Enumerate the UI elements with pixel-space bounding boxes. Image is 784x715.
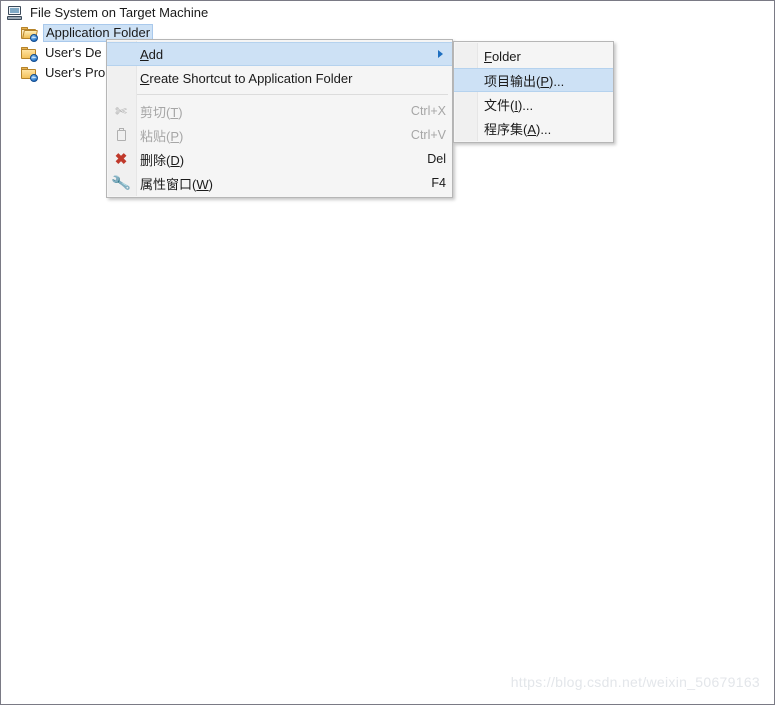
menu-item-label: 属性窗口(W) [140, 176, 213, 192]
tree-item-label: User's De [45, 45, 102, 60]
menu-item-add[interactable]: Add [107, 42, 452, 66]
submenu-item-folder[interactable]: Folder [454, 44, 613, 68]
clipboard-icon [107, 123, 135, 147]
submenu-item-project-output[interactable]: 项目输出(P)... [454, 68, 613, 92]
menu-item-paste[interactable]: 粘贴(P) Ctrl+V [107, 123, 452, 147]
menu-item-delete[interactable]: ✖ 删除(D) Del [107, 147, 452, 171]
scissors-icon: ✄ [115, 103, 127, 119]
tree-item-target-machine[interactable]: File System on Target Machine [3, 3, 303, 23]
chevron-right-icon [438, 50, 443, 58]
tree-item-label: File System on Target Machine [30, 5, 209, 20]
menu-item-shortcut: Ctrl+X [410, 104, 446, 118]
menu-item-shortcut: Ctrl+V [410, 128, 446, 142]
menu-item-create-shortcut[interactable]: Create Shortcut to Application Folder [107, 66, 452, 90]
file-system-editor-window: File System on Target Machine Applicatio… [0, 0, 775, 705]
submenu-item-assembly[interactable]: 程序集(A)... [454, 116, 613, 140]
menu-separator [137, 94, 448, 95]
menu-item-label: 剪切(T) [140, 104, 183, 120]
menu-item-icon [107, 43, 135, 65]
folder-shortcut-icon [21, 66, 38, 82]
folder-shortcut-icon [21, 46, 38, 62]
menu-item-label: 粘贴(P) [140, 128, 184, 144]
submenu-item-label: 程序集(A)... [484, 121, 552, 137]
delete-x-icon: ✖ [114, 150, 128, 168]
menu-item-label: Add [140, 46, 164, 62]
context-menu: Add Create Shortcut to Application Folde… [106, 39, 453, 198]
add-submenu: Folder 项目输出(P)... 文件(I)... 程序集(A)... [453, 41, 614, 143]
watermark: https://blog.csdn.net/weixin_50679163 [510, 674, 760, 690]
computer-icon [7, 6, 23, 20]
submenu-item-label: Folder [484, 48, 521, 64]
folder-open-shortcut-icon [21, 26, 38, 42]
menu-item-shortcut: Del [427, 152, 446, 166]
menu-item-properties-window[interactable]: 🔧 属性窗口(W) F4 [107, 171, 452, 195]
submenu-item-label: 项目输出(P)... [484, 73, 565, 89]
tree-item-label: User's Pro [45, 65, 106, 80]
submenu-item-file[interactable]: 文件(I)... [454, 92, 613, 116]
menu-item-label: 删除(D) [140, 152, 185, 168]
menu-item-label: Create Shortcut to Application Folder [140, 70, 353, 86]
menu-item-icon [107, 66, 135, 90]
submenu-item-label: 文件(I)... [484, 97, 534, 113]
menu-item-cut[interactable]: ✄ 剪切(T) Ctrl+X [107, 99, 452, 123]
menu-item-shortcut: F4 [431, 176, 446, 190]
wrench-icon: 🔧 [110, 173, 132, 193]
